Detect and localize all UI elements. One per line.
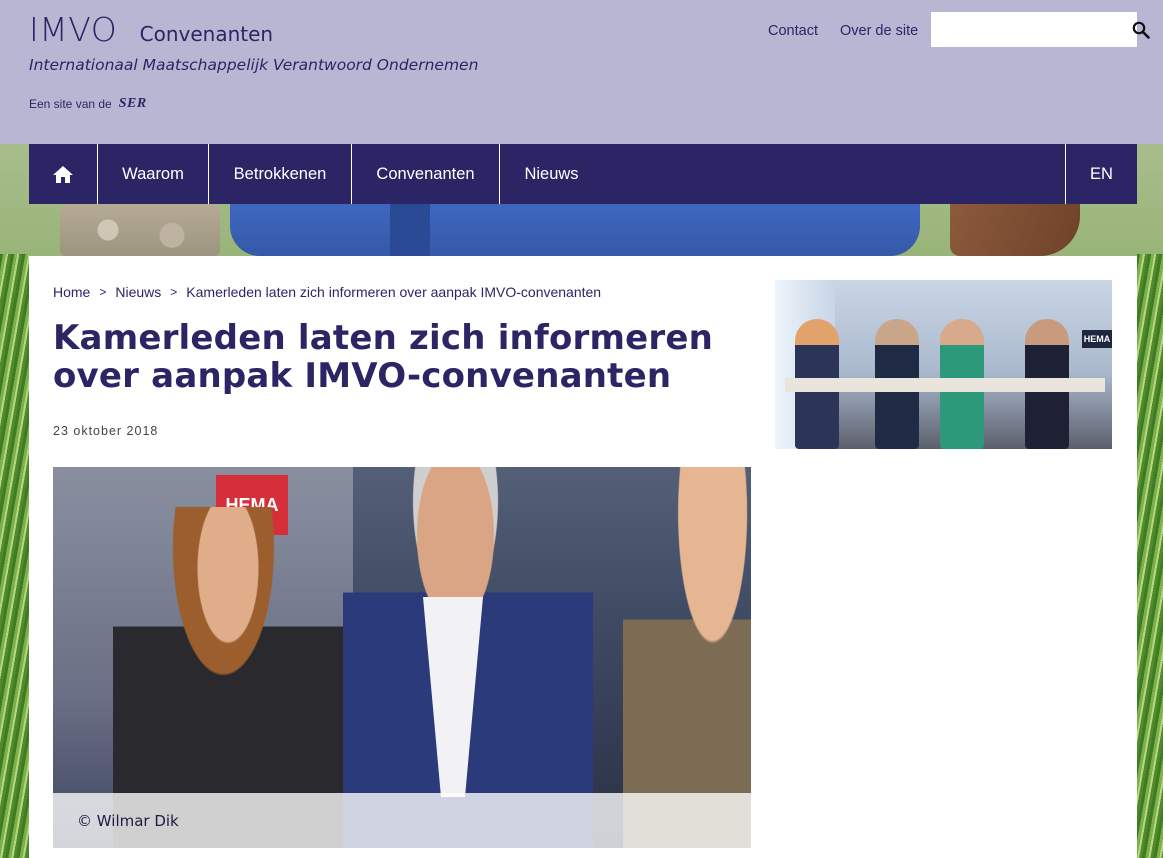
breadcrumb-separator: > [170, 285, 178, 299]
sidebar-photo[interactable]: HEMA [775, 280, 1112, 449]
photo-person-right [623, 467, 751, 848]
main-navigation: Waarom Betrokkenen Convenanten Nieuws EN [29, 144, 1137, 204]
language-switch-en[interactable]: EN [1065, 144, 1137, 204]
hero-jeans [230, 204, 920, 256]
article-date: 23 oktober 2018 [53, 424, 159, 438]
site-tagline: Internationaal Maatschappelijk Verantwoo… [29, 56, 479, 74]
about-site-link[interactable]: Over de site [840, 23, 918, 39]
side-photo-sign: HEMA [1082, 330, 1112, 348]
site-of-label: Een site van de [29, 97, 112, 111]
nav-item-nieuws[interactable]: Nieuws [500, 144, 603, 204]
site-logo[interactable]: IMVO [29, 10, 117, 49]
search-box [931, 12, 1150, 47]
content-panel: Home > Nieuws > Kamerleden laten zich in… [29, 256, 1137, 858]
article-title: Kamerleden laten zich informeren over aa… [53, 318, 713, 396]
site-of-ser: Een site van de SER [29, 96, 147, 112]
site-logo-subtitle[interactable]: Convenanten [140, 22, 273, 46]
search-input[interactable] [931, 12, 1132, 47]
contact-link[interactable]: Contact [768, 23, 818, 39]
breadcrumb-separator: > [99, 285, 107, 299]
breadcrumb-home[interactable]: Home [53, 284, 90, 300]
top-links: Contact Over de site [768, 23, 918, 39]
photo-credit: © Wilmar Dik [53, 793, 751, 848]
search-icon [1132, 21, 1150, 39]
hero-grass-right [1137, 254, 1163, 858]
home-icon [53, 165, 73, 183]
nav-item-convenanten[interactable]: Convenanten [352, 144, 500, 204]
breadcrumb: Home > Nieuws > Kamerleden laten zich in… [53, 284, 601, 300]
search-button[interactable] [1132, 12, 1150, 47]
hero-stones [60, 204, 220, 256]
ser-logo[interactable]: SER [119, 96, 147, 112]
article-main-photo[interactable]: HEMA © Wilmar Dik [53, 467, 751, 848]
hero-arm [950, 204, 1080, 256]
site-header: IMVO Convenanten Internationaal Maatscha… [0, 0, 1163, 144]
side-photo-table [785, 378, 1105, 392]
breadcrumb-nieuws[interactable]: Nieuws [115, 284, 161, 300]
nav-home[interactable] [29, 144, 98, 204]
nav-item-waarom[interactable]: Waarom [98, 144, 209, 204]
breadcrumb-current: Kamerleden laten zich informeren over aa… [186, 284, 602, 300]
nav-item-betrokkenen[interactable]: Betrokkenen [209, 144, 352, 204]
hero-grass-left [0, 254, 29, 858]
brand[interactable]: IMVO Convenanten [29, 10, 273, 49]
